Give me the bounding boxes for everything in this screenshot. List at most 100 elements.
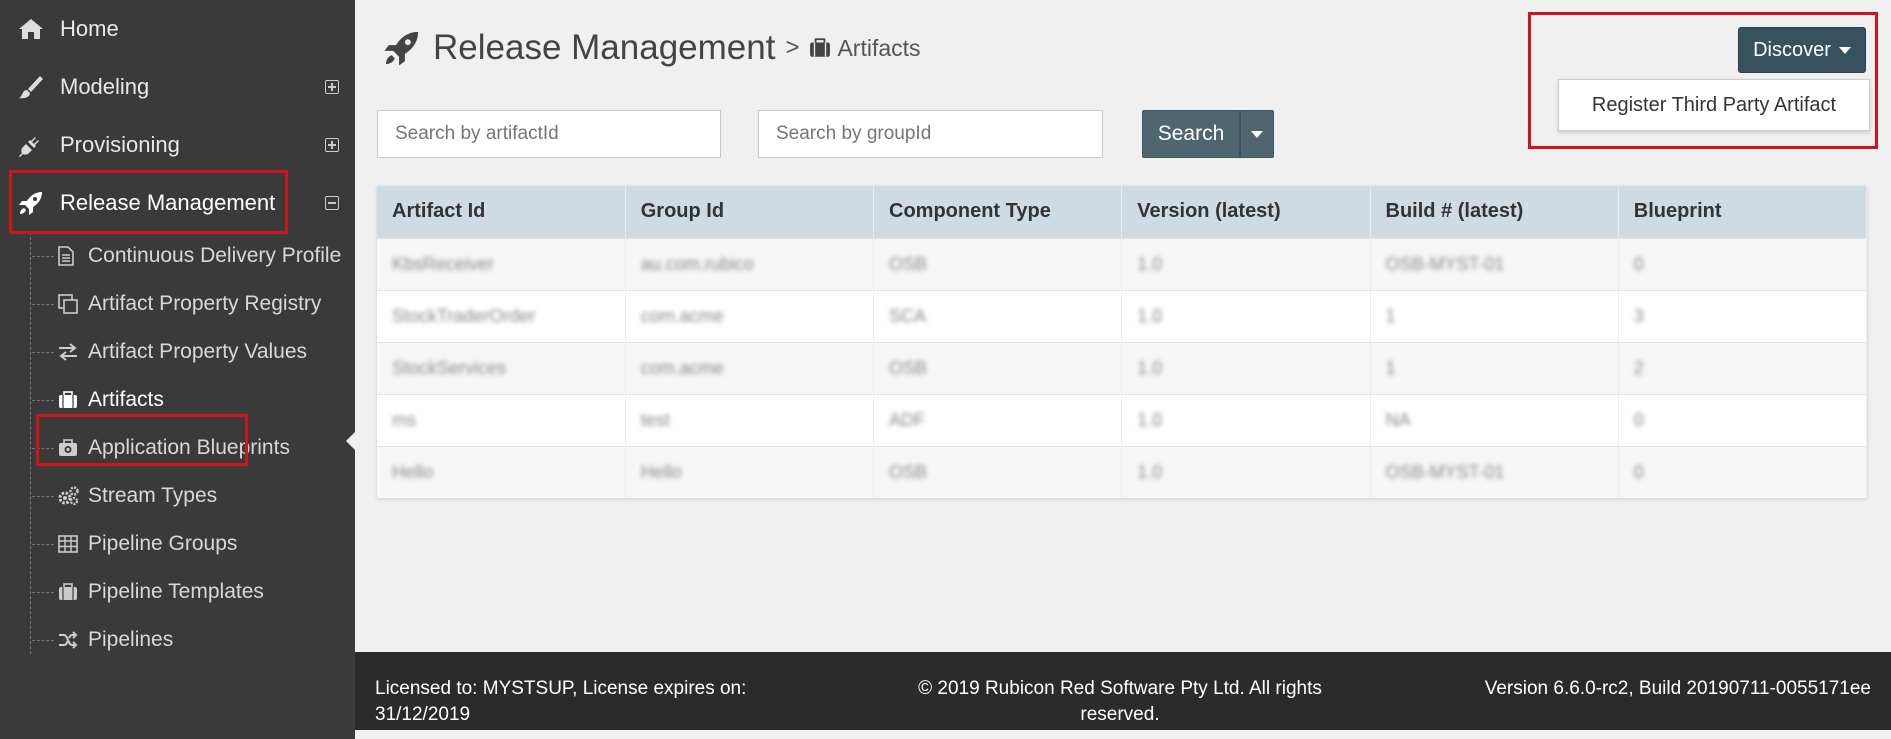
search-group-id-input[interactable] [758,110,1103,158]
cell-artifact-id[interactable]: KbsReceiver [392,254,494,274]
cell-artifact-id[interactable]: ms [392,410,416,430]
bottom-strip [355,730,1891,739]
cell-component-type: ADF [889,409,925,430]
copy-icon [58,290,80,318]
chevron-down-icon [1251,130,1263,138]
column-header-component-type[interactable]: Component Type [873,186,1123,238]
copyright: © 2019 Rubicon Red Software Pty Ltd. All… [918,678,1322,725]
cell-blueprint: 0 [1633,253,1644,274]
column-header-artifact-id[interactable]: Artifact Id [377,186,626,238]
sidebar-item-label: Artifact Property Registry [88,292,322,316]
sidebar-item-label: Pipelines [88,628,174,652]
sidebar-item-artifact-property-values[interactable]: Artifact Property Values [24,328,355,376]
cell-blueprint: 0 [1633,409,1644,430]
cell-component-type: SCA [889,305,927,326]
nav-modeling[interactable]: Modeling [0,58,355,116]
breadcrumb-current-label: Artifacts [837,34,921,61]
breadcrumb-current: Artifacts [809,34,921,62]
sidebar-item-pipeline-groups[interactable]: Pipeline Groups [24,520,355,568]
cell-artifact-id[interactable]: StockServices [392,358,506,378]
cell-component-type: OSB [889,253,928,274]
table-row[interactable]: StockServices com.acme OSB 1.0 1 2 [377,341,1868,394]
column-header-blueprint[interactable]: Blueprint [1618,186,1868,238]
gears-icon [58,482,80,510]
cell-blueprint: 2 [1633,357,1644,378]
page-title: Release Management [433,28,776,67]
version-info: Version 6.6.0-rc2, Build 20190711-005517… [1484,678,1871,699]
table-row[interactable]: Hello Hello OSB 1.0 OSB-MYST-01 0 [377,445,1868,498]
column-header-version[interactable]: Version (latest) [1121,186,1371,238]
cell-group-id: com.acme [640,357,724,378]
cell-version: 1.0 [1137,305,1163,326]
cell-group-id: test [640,409,670,430]
cell-build: 1 [1385,357,1396,378]
table-row[interactable]: StockTraderOrder com.acme SCA 1.0 1 3 [377,289,1868,342]
page-header: Release Management > Artifacts [383,28,921,68]
cell-group-id: au.com.rubico [640,253,754,274]
sidebar-item-label: Artifact Property Values [88,340,308,364]
sidebar-item-artifact-property-registry[interactable]: Artifact Property Registry [24,280,355,328]
cell-build: OSB-MYST-01 [1385,461,1505,482]
footer: Licensed to: MYSTSUP, License expires on… [355,652,1891,730]
cell-group-id: com.acme [640,305,724,326]
table-icon [58,530,80,558]
cell-blueprint: 3 [1633,305,1644,326]
search-options-toggle[interactable] [1240,110,1274,158]
highlight-artifacts [36,414,248,466]
briefcase-icon [58,386,80,414]
sidebar-item-stream-types[interactable]: Stream Types [24,472,355,520]
active-pointer [346,432,355,450]
column-header-build[interactable]: Build # (latest) [1370,186,1619,238]
briefcase-icon [810,38,831,57]
cell-blueprint: 0 [1633,461,1644,482]
cell-component-type: OSB [889,461,928,482]
cell-group-id: Hello [640,461,682,482]
sidebar-item-label: Pipeline Templates [88,580,264,604]
briefcase-icon [58,578,80,606]
sidebar-item-label: Stream Types [88,484,218,508]
cell-artifact-id[interactable]: StockTraderOrder [392,306,535,326]
sidebar-item-label: Pipeline Groups [88,532,238,556]
sidebar: Home Modeling Provisioning Release Manag… [0,0,355,739]
sidebar-item-pipelines[interactable]: Pipelines [24,616,355,664]
expand-icon[interactable] [325,138,339,152]
search-button[interactable]: Search [1142,110,1240,158]
sidebar-item-pipeline-templates[interactable]: Pipeline Templates [24,568,355,616]
exchange-icon [58,338,80,366]
table-row[interactable]: KbsReceiver au.com.rubico OSB 1.0 OSB-MY… [377,237,1868,290]
rocket-icon [384,31,419,66]
cell-build: NA [1385,409,1411,430]
sidebar-item-label: Continuous Delivery Profile [88,244,342,267]
license-info: Licensed to: MYSTSUP, License expires on… [375,678,747,725]
cell-build: 1 [1385,305,1396,326]
cell-version: 1.0 [1137,409,1163,430]
nav-provisioning[interactable]: Provisioning [0,116,355,174]
artifacts-table: Artifact Id Group Id Component Type Vers… [377,186,1868,498]
nav-home[interactable]: Home [0,0,355,58]
brush-icon [16,72,46,102]
sidebar-item-continuous-delivery-profile[interactable]: Continuous Delivery Profile [24,232,355,280]
breadcrumb-separator: > [785,34,800,61]
expand-icon[interactable] [325,80,339,94]
cell-version: 1.0 [1137,461,1163,482]
collapse-icon[interactable] [325,196,339,210]
sidebar-item-label: Artifacts [88,388,164,412]
cell-component-type: OSB [889,357,928,378]
cell-build: OSB-MYST-01 [1385,253,1505,274]
cell-version: 1.0 [1137,253,1163,274]
nav-modeling-label: Modeling [60,74,150,99]
document-icon [58,242,80,270]
main-content: Release Management > Artifacts Discover … [355,0,1891,652]
table-header-row: Artifact Id Group Id Component Type Vers… [377,186,1868,238]
nav-provisioning-label: Provisioning [60,132,180,157]
column-header-group-id[interactable]: Group Id [625,186,875,238]
nav-home-label: Home [60,16,119,41]
table-row[interactable]: ms test ADF 1.0 NA 0 [377,393,1868,446]
search-artifact-id-input[interactable] [377,110,721,158]
cell-artifact-id[interactable]: Hello [392,462,433,482]
highlight-discover [1528,12,1878,149]
cell-version: 1.0 [1137,357,1163,378]
random-icon [58,626,80,654]
plug-icon [16,130,46,160]
highlight-release-management [9,170,288,234]
